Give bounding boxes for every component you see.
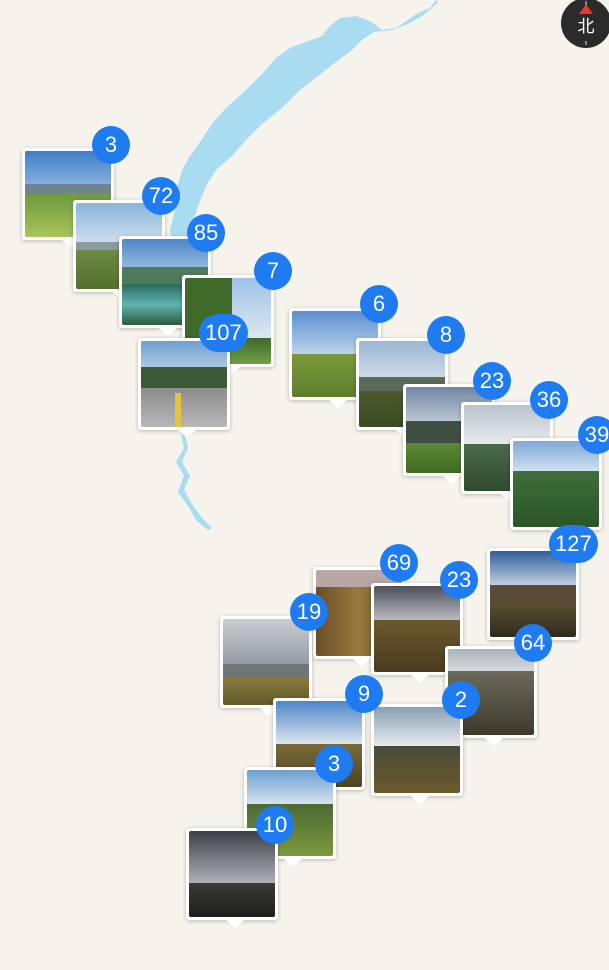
map-canvas[interactable]: 3 72 85 7 107 6 8 23 36 39 127 69 23 19 …: [0, 0, 609, 970]
cluster-count-badge[interactable]: 7: [254, 252, 292, 290]
cluster-count-badge[interactable]: 10: [256, 806, 294, 844]
cluster-count-badge[interactable]: 64: [514, 624, 552, 662]
cluster-count-badge[interactable]: 2: [442, 681, 480, 719]
compass-button[interactable]: 北: [561, 0, 609, 48]
photo-cluster-pin[interactable]: [371, 704, 463, 804]
cluster-count-badge[interactable]: 85: [187, 214, 225, 252]
cluster-count-badge[interactable]: 72: [142, 177, 180, 215]
cluster-count-badge[interactable]: 6: [360, 285, 398, 323]
photo-thumbnail: [189, 831, 275, 917]
cluster-count-badge[interactable]: 23: [473, 362, 511, 400]
photo-cluster-pin[interactable]: [220, 616, 312, 716]
cluster-count-badge[interactable]: 19: [290, 593, 328, 631]
cluster-count-badge[interactable]: 36: [530, 381, 568, 419]
photo-cluster-pin[interactable]: [186, 828, 278, 928]
cluster-count-badge[interactable]: 3: [315, 745, 353, 783]
photo-thumbnail: [374, 707, 460, 793]
cluster-count-badge[interactable]: 8: [427, 316, 465, 354]
cluster-count-badge[interactable]: 23: [440, 561, 478, 599]
compass-north-label: 北: [577, 17, 595, 37]
cluster-count-badge[interactable]: 107: [199, 314, 248, 352]
photo-thumbnail: [141, 341, 227, 427]
photo-thumbnail: [223, 619, 309, 705]
cluster-count-badge[interactable]: 39: [578, 416, 609, 454]
photo-thumbnail: [513, 441, 599, 527]
cluster-count-badge[interactable]: 69: [380, 544, 418, 582]
cluster-count-badge[interactable]: 127: [549, 525, 598, 563]
cluster-count-badge[interactable]: 9: [345, 675, 383, 713]
cluster-count-badge[interactable]: 3: [92, 126, 130, 164]
